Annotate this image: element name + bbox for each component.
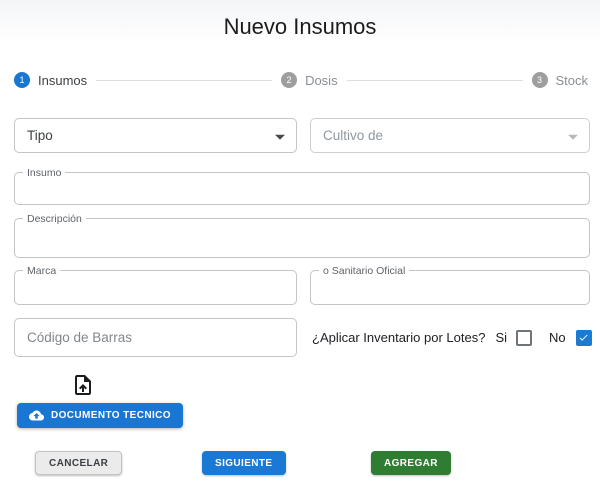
option-si-label: Si bbox=[495, 330, 507, 345]
inventario-lotes-question: ¿Aplicar Inventario por Lotes? bbox=[312, 330, 486, 345]
stepper: 1 Insumos 2 Dosis 3 Stock bbox=[14, 71, 588, 89]
documento-tecnico-label: DOCUMENTO TECNICO bbox=[51, 410, 171, 421]
step-2-label: Dosis bbox=[305, 72, 338, 88]
chevron-down-icon bbox=[275, 134, 285, 140]
step-1-label: Insumos bbox=[38, 72, 88, 88]
descripcion-input[interactable] bbox=[15, 219, 589, 257]
step-connector bbox=[346, 79, 523, 81]
tipo-select[interactable]: Tipo bbox=[14, 118, 297, 153]
si-checkbox[interactable] bbox=[516, 329, 532, 346]
step-connector bbox=[96, 79, 273, 81]
marca-field[interactable]: Marca bbox=[14, 266, 297, 305]
descripcion-field[interactable]: Descripción bbox=[14, 214, 590, 258]
upload-file-icon[interactable] bbox=[71, 372, 95, 398]
step-stock[interactable]: 3 Stock bbox=[531, 72, 589, 88]
step-3-circle: 3 bbox=[531, 72, 548, 88]
agregar-button[interactable]: AGREGAR bbox=[371, 451, 451, 475]
step-2-circle: 2 bbox=[281, 72, 298, 88]
cultivo-select-value: Cultivo de bbox=[323, 128, 384, 143]
page-title: Nuevo Insumos bbox=[223, 14, 377, 39]
cloud-upload-icon bbox=[29, 410, 44, 421]
insumo-field-label: Insumo bbox=[23, 168, 66, 179]
descripcion-field-label: Descripción bbox=[23, 214, 86, 225]
tipo-select-value: Tipo bbox=[27, 128, 53, 143]
sanitario-field[interactable]: o Sanitario Oficial bbox=[310, 266, 590, 305]
marca-field-label: Marca bbox=[23, 266, 61, 277]
no-checkbox[interactable] bbox=[575, 329, 592, 346]
check-icon bbox=[579, 334, 588, 341]
sanitario-field-label: o Sanitario Oficial bbox=[319, 266, 410, 277]
inventario-lotes-group: ¿Aplicar Inventario por Lotes? Si No bbox=[312, 318, 592, 357]
cultivo-select[interactable]: Cultivo de bbox=[310, 118, 590, 153]
step-insumos[interactable]: 1 Insumos bbox=[14, 72, 87, 88]
documento-tecnico-button[interactable]: DOCUMENTO TECNICO bbox=[17, 403, 183, 428]
codigo-barras-input[interactable] bbox=[15, 319, 296, 356]
cancelar-button[interactable]: CANCELAR bbox=[35, 451, 123, 475]
step-3-label: Stock bbox=[555, 72, 589, 88]
insumo-field[interactable]: Insumo bbox=[14, 168, 590, 205]
chevron-down-icon bbox=[568, 134, 578, 140]
step-1-circle: 1 bbox=[14, 72, 30, 88]
codigo-barras-field[interactable] bbox=[14, 318, 297, 357]
step-dosis[interactable]: 2 Dosis bbox=[281, 72, 338, 88]
insumo-input[interactable] bbox=[15, 173, 589, 204]
option-no-label: No bbox=[549, 330, 566, 345]
siguiente-button[interactable]: SIGUIENTE bbox=[202, 451, 286, 475]
